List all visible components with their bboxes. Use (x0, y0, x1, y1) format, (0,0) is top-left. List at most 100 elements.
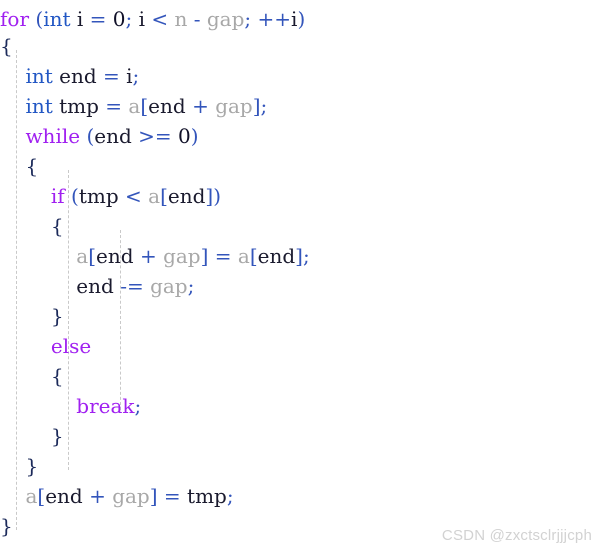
token-arr: n (174, 7, 188, 31)
code-line-4: int tmp = a[end + gap]; (0, 91, 602, 121)
token-id: tmp (59, 94, 99, 118)
token-arr: a (148, 184, 161, 208)
token-op: ( (71, 184, 79, 208)
token-op: = (89, 7, 107, 31)
token-op: = (105, 94, 123, 118)
code-line-10: end -= gap; (0, 271, 602, 301)
token-op: [ (160, 184, 168, 208)
token-arr: a (25, 484, 38, 508)
token-op: - (193, 7, 201, 31)
token-op: < (125, 184, 142, 208)
token-op: = (103, 64, 120, 88)
code-line-11: } (0, 301, 602, 331)
token-brace: { (25, 154, 39, 178)
token-arr: a (128, 94, 141, 118)
token-brace: } (50, 304, 64, 328)
token-type: int (43, 7, 71, 31)
token-op: >= (138, 124, 172, 148)
token-op: ; (134, 394, 142, 418)
code-line-9: a[end + gap] = a[end]; (0, 241, 602, 271)
token-id: end (76, 274, 114, 298)
token-arr: gap (215, 94, 253, 118)
token-brace: { (50, 364, 64, 388)
token-op: -= (120, 274, 144, 298)
code-screenshot: for (int i = 0; i < n - gap; ++i) { int e… (0, 0, 602, 554)
token-op: < (151, 7, 169, 31)
token-type: int (25, 94, 53, 118)
token-id: end (148, 94, 186, 118)
token-kw: else (50, 334, 92, 358)
token-arr: gap (206, 7, 245, 31)
token-brace: } (50, 424, 64, 448)
code-line-8: { (0, 211, 602, 241)
csdn-watermark: CSDN @zxctsclrjjjcph (441, 527, 592, 544)
code-line-5: while (end >= 0) (0, 121, 602, 151)
token-arr: gap (150, 274, 188, 298)
code-line-12: else (0, 331, 602, 361)
code-line-6: { (0, 151, 602, 181)
token-arr: gap (163, 244, 201, 268)
token-op: ) (190, 124, 199, 148)
token-id: end (94, 124, 132, 148)
code-line-3: int end = i; (0, 61, 602, 91)
token-id: end (59, 64, 97, 88)
token-arr: gap (112, 484, 150, 508)
token-op: ; (226, 484, 234, 508)
code-line-15: } (0, 421, 602, 451)
token-num: 0 (112, 7, 126, 31)
token-op: = (214, 244, 232, 268)
token-brace: } (0, 514, 13, 538)
code-line-7: if (tmp < a[end]) (0, 181, 602, 211)
token-op: + (89, 484, 106, 508)
token-op: ; (260, 94, 268, 118)
code-line-13: { (0, 361, 602, 391)
token-op: ] (252, 94, 261, 118)
token-op: ; (187, 274, 195, 298)
token-op: [ (249, 244, 258, 268)
code-line-1: for (int i = 0; i < n - gap; ++i) (0, 0, 602, 31)
token-id: tmp (187, 484, 227, 508)
code-line-2: { (0, 31, 602, 61)
token-op: ] (295, 244, 303, 268)
token-op: ) (297, 7, 306, 31)
token-op: [ (140, 94, 149, 118)
token-id: end (257, 244, 296, 268)
token-type: int (25, 64, 53, 88)
token-id: end (45, 484, 83, 508)
token-brace: { (0, 34, 13, 58)
token-op: [ (88, 244, 97, 268)
token-arr: a (76, 244, 89, 268)
token-kw: break (76, 394, 135, 418)
token-op: + (192, 94, 209, 118)
token-id: end (96, 244, 134, 268)
code-block: for (int i = 0; i < n - gap; ++i) { int e… (0, 0, 602, 541)
token-op: ++ (257, 7, 292, 31)
token-op: ) (213, 184, 222, 208)
code-line-17: a[end + gap] = tmp; (0, 481, 602, 511)
token-brace: } (25, 454, 39, 478)
token-op: ; (132, 64, 140, 88)
token-op: + (139, 244, 157, 268)
token-brace: { (50, 214, 64, 238)
token-id: end (167, 184, 206, 208)
token-id: tmp (78, 184, 119, 208)
token-kw: for (0, 7, 30, 31)
token-op: ] (149, 484, 158, 508)
token-op: = (163, 484, 181, 508)
code-line-16: } (0, 451, 602, 481)
